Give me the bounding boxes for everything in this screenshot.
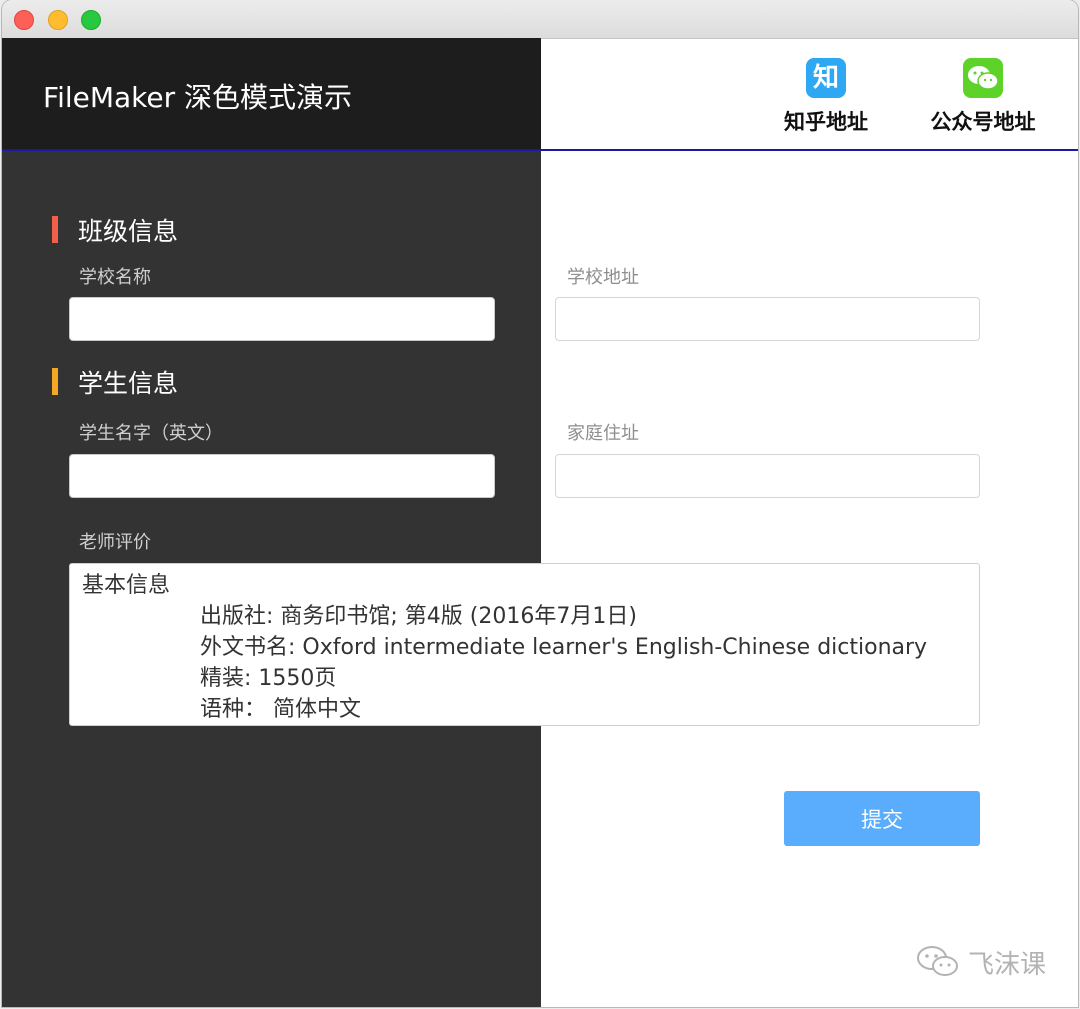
maximize-window-button[interactable] xyxy=(81,10,101,30)
school-name-input[interactable] xyxy=(69,297,495,341)
app-window: FileMaker 深色模式演示 知 知乎地址 公众号地址 班级信息 学校名称 … xyxy=(2,0,1078,1007)
class-section-accent xyxy=(52,216,58,243)
zhihu-link[interactable]: 知 知乎地址 xyxy=(776,58,876,136)
comment-line: 基本信息 xyxy=(82,573,171,598)
teacher-comment-label: 老师评价 xyxy=(79,532,151,553)
minimize-window-button[interactable] xyxy=(48,10,68,30)
comment-line: 外文书名: Oxford intermediate learner's Engl… xyxy=(200,635,928,660)
comment-line: 精装: 1550页 xyxy=(200,666,337,691)
page-title: FileMaker 深色模式演示 xyxy=(43,81,353,114)
close-window-button[interactable] xyxy=(14,10,34,30)
watermark-text: 飞沫课 xyxy=(968,950,1047,980)
student-name-input[interactable] xyxy=(69,454,495,498)
zhihu-icon: 知 xyxy=(806,58,846,98)
home-address-input[interactable] xyxy=(555,454,980,498)
school-address-input[interactable] xyxy=(555,297,980,341)
title-bar xyxy=(2,0,1078,39)
teacher-comment-textarea[interactable]: 基本信息 出版社: 商务印书馆; 第4版 (2016年7月1日) 外文书名: O… xyxy=(69,563,980,726)
wechat-link[interactable]: 公众号地址 xyxy=(920,58,1046,136)
comment-line: 出版社: 商务印书馆; 第4版 (2016年7月1日) xyxy=(200,604,637,629)
dark-side-panel xyxy=(2,38,541,1007)
school-name-label: 学校名称 xyxy=(79,267,151,288)
student-section-accent xyxy=(52,368,58,395)
wechat-logo-icon xyxy=(917,946,958,976)
wechat-icon xyxy=(963,58,1003,98)
school-address-label: 学校地址 xyxy=(567,267,639,288)
home-address-label: 家庭住址 xyxy=(567,423,639,444)
student-name-label: 学生名字（英文） xyxy=(79,423,223,444)
wechat-link-label: 公众号地址 xyxy=(930,110,1036,134)
zhihu-link-label: 知乎地址 xyxy=(784,110,868,134)
header-divider xyxy=(2,149,1078,151)
submit-button[interactable]: 提交 xyxy=(784,791,980,846)
student-info-heading: 学生信息 xyxy=(78,369,179,398)
comment-line: 语种： 简体中文 xyxy=(200,697,361,722)
class-info-heading: 班级信息 xyxy=(78,217,179,246)
